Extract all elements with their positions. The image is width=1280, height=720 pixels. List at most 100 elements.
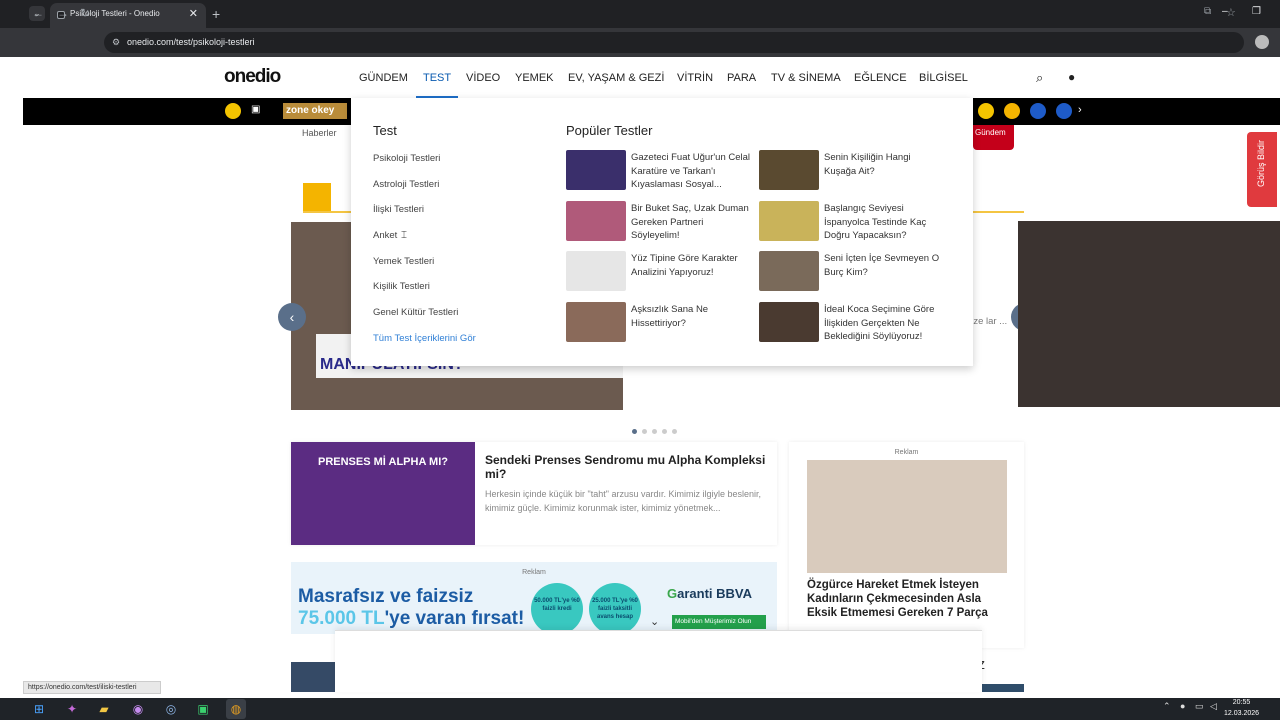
popular-title: Popüler Testler [566, 123, 653, 138]
collapse-ad-chevron-icon[interactable]: ⌄ [650, 615, 659, 628]
ad-banner-line2: 75.000 TL'ye varan fırsat! [298, 608, 524, 630]
copilot-icon[interactable]: ✦ [62, 699, 82, 719]
slider-dot[interactable] [662, 429, 667, 434]
nav-video[interactable]: VİDEO [466, 72, 500, 84]
close-tab-icon[interactable]: ✕ [189, 7, 198, 20]
clock-time: 20:55 [1232, 699, 1251, 706]
ad-cta-button[interactable]: Mobil'den Müşterimiz Olun [672, 615, 766, 629]
zone-okey-banner[interactable]: zone okey [283, 103, 347, 119]
chevron-right-icon[interactable]: › [1078, 104, 1082, 116]
slider-dot[interactable] [652, 429, 657, 434]
popular-thumb[interactable] [759, 251, 819, 291]
dropdown-link-astroloji[interactable]: Astroloji Testleri [373, 179, 439, 190]
address-bar[interactable]: ⚙ onedio.com/test/psikoloji-testleri [104, 32, 1244, 53]
popular-item-title[interactable]: Yüz Tipine Göre Karakter Analizini Yapıy… [631, 252, 751, 279]
volume-icon[interactable]: ◁ [1210, 701, 1217, 712]
nav-yemek[interactable]: YEMEK [515, 72, 554, 84]
windows-taskbar [0, 698, 1280, 720]
garanti-logo: Garanti BBVA [667, 586, 752, 601]
tray-chevron-icon[interactable]: ⌃ [1163, 701, 1171, 712]
microphone-icon[interactable]: ● [1180, 701, 1185, 711]
story-circle-icon-2[interactable] [1056, 103, 1072, 119]
story-circle-icon[interactable] [1030, 103, 1046, 119]
bottom-card-image-2[interactable] [981, 684, 1024, 692]
gundem-badge[interactable]: Gündem [973, 125, 1014, 150]
ad-bubble-advance: 25.000 TL'ye %0 faizli taksitli avans he… [589, 583, 641, 635]
dropdown-link-all[interactable]: Tüm Test İçeriklerini Gör [373, 333, 476, 344]
story-icon[interactable]: ▣ [251, 104, 260, 115]
browser-tab[interactable]: Psikoloji Testleri - Onedio ✕ [50, 3, 206, 28]
slider-dot[interactable] [672, 429, 677, 434]
slider-dot[interactable] [642, 429, 647, 434]
page-margin [0, 57, 23, 698]
sticky-ad-overlay [335, 630, 982, 692]
popular-thumb[interactable] [759, 150, 819, 190]
nav-tv-sinema[interactable]: TV & SİNEMA [771, 72, 841, 84]
ad-line2-rest: 'ye varan fırsat! [384, 608, 525, 629]
bookmark-star-icon[interactable]: ☆ [1226, 6, 1236, 19]
nav-gundem[interactable]: GÜNDEM [359, 72, 408, 84]
webcam-overlay [1018, 221, 1280, 407]
popular-thumb[interactable] [566, 201, 626, 241]
forward-icon[interactable]: → [57, 6, 69, 20]
popular-thumb[interactable] [759, 302, 819, 342]
reload-icon[interactable]: ↻ [80, 6, 90, 20]
clock-date: 12.03.2026 [1224, 710, 1260, 717]
smile-emoji-icon[interactable] [1004, 103, 1020, 119]
popular-item-title[interactable]: Senin Kişiliğin Hangi Kuşağa Ait? [824, 151, 944, 178]
breadcrumb[interactable]: Haberler [302, 128, 337, 138]
dropdown-link-genel-kultur[interactable]: Genel Kültür Testleri [373, 307, 458, 318]
popular-item-title[interactable]: İdeal Koca Seçimine Göre İlişkiden Gerçe… [824, 303, 944, 344]
dropdown-link-psikoloji[interactable]: Psikoloji Testleri [373, 153, 440, 164]
bottom-card-image[interactable] [291, 662, 336, 692]
ad-right-title[interactable]: Özgürce Hareket Etmek İsteyen Kadınların… [807, 578, 1007, 620]
new-tab-button[interactable]: + [212, 6, 220, 22]
popular-thumb[interactable] [759, 201, 819, 241]
maximize-icon[interactable]: ❐ [1252, 6, 1261, 17]
user-icon[interactable]: ● [1068, 70, 1075, 84]
emoji-icon[interactable] [225, 103, 241, 119]
popular-thumb[interactable] [566, 251, 626, 291]
whatsapp-icon[interactable]: ▣ [193, 699, 213, 719]
site-logo[interactable]: onedio [224, 66, 281, 88]
popular-item-title[interactable]: Seni İçten İçe Sevmeyen O Burç Kim? [824, 252, 944, 279]
popular-thumb[interactable] [566, 150, 626, 190]
file-explorer-icon[interactable]: ▰ [94, 699, 114, 719]
install-app-icon[interactable]: ⧉ [1204, 6, 1211, 17]
steam-icon[interactable]: ◎ [161, 699, 181, 719]
app-icon[interactable]: ◉ [128, 699, 148, 719]
chrome-icon[interactable]: ◍ [226, 699, 246, 719]
slider-dot-active[interactable] [632, 429, 637, 434]
popular-item-title[interactable]: Başlangıç Seviyesi İspanyolca Testinde K… [824, 202, 944, 243]
popular-item-title[interactable]: Aşksızlık Sana Ne Hissettiriyor? [631, 303, 751, 330]
search-icon[interactable]: ⌕ [1036, 70, 1043, 86]
dropdown-link-iliski[interactable]: İlişki Testleri [373, 204, 424, 215]
back-icon[interactable]: ← [32, 6, 44, 20]
address-url: onedio.com/test/psikoloji-testleri [127, 37, 255, 47]
dropdown-link-kisilik[interactable]: Kişilik Testleri [373, 281, 430, 292]
feedback-button[interactable]: Görüş Bildir [1247, 132, 1277, 207]
nav-ev-yasam-gezi[interactable]: EV, YAŞAM & GEZİ [568, 72, 664, 84]
popular-item-title[interactable]: Bir Buket Saç, Uzak Duman Gereken Partne… [631, 202, 751, 243]
nav-test[interactable]: TEST [423, 72, 451, 84]
nav-para[interactable]: PARA [727, 72, 756, 84]
nav-bilgisel[interactable]: BİLGİSEL [919, 72, 968, 84]
ad-right-image[interactable] [807, 460, 1007, 573]
article-card-tag: PRENSES Mİ ALPHA MI? [318, 456, 448, 468]
dropdown-link-anket[interactable]: Anket [373, 230, 397, 241]
dropdown-link-yemek[interactable]: Yemek Testleri [373, 256, 434, 267]
nav-eglence[interactable]: EĞLENCE [854, 72, 907, 84]
start-icon[interactable]: ⊞ [29, 699, 49, 719]
dropdown-title: Test [373, 123, 397, 138]
profile-avatar[interactable] [1255, 35, 1269, 49]
popular-thumb[interactable] [566, 302, 626, 342]
slider-prev-button[interactable]: ‹ [278, 303, 306, 331]
site-info-icon[interactable]: ⚙ [112, 37, 120, 48]
category-icon [303, 183, 331, 211]
system-clock[interactable]: 20:55 12.03.2026 [1224, 697, 1259, 719]
popular-item-title[interactable]: Gazeteci Fuat Uğur'un Celal Karatüre ve … [631, 151, 751, 192]
article-card-title[interactable]: Sendeki Prenses Sendromu mu Alpha Komple… [485, 453, 767, 481]
sad-emoji-icon[interactable] [978, 103, 994, 119]
nav-vitrin[interactable]: VİTRİN [677, 72, 713, 84]
network-icon[interactable]: ▭ [1195, 701, 1204, 712]
